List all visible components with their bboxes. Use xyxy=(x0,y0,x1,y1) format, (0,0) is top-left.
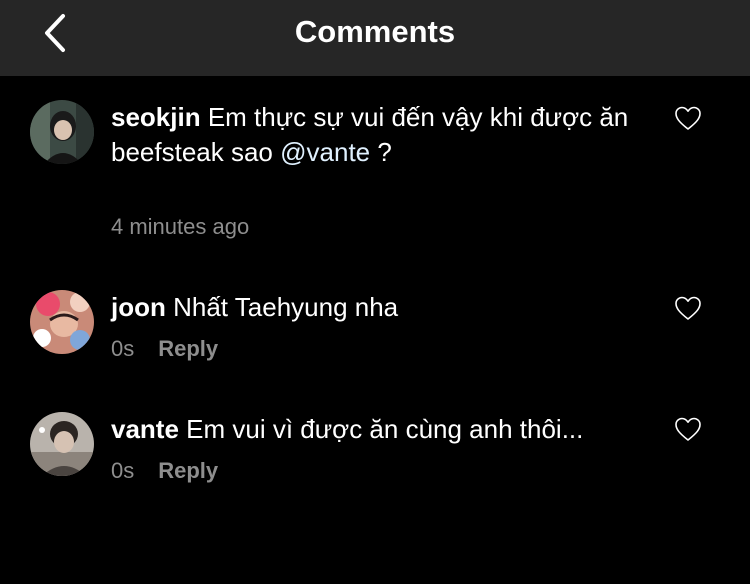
heart-outline-icon[interactable] xyxy=(674,295,702,321)
comment-mention[interactable]: @vante xyxy=(280,137,370,167)
page-title: Comments xyxy=(294,14,456,49)
comment-time: 0s xyxy=(111,336,135,361)
avatar[interactable] xyxy=(30,412,94,476)
comment-username[interactable]: joon xyxy=(111,292,166,322)
comment-meta: 0s Reply xyxy=(111,458,218,484)
comment-meta: 0s Reply xyxy=(111,336,218,362)
comment-body: Nhất Taehyung nha xyxy=(173,292,399,322)
comment-username[interactable]: seokjin xyxy=(111,102,201,132)
reply-button[interactable]: Reply xyxy=(158,336,218,361)
comment-meta: 4 minutes ago xyxy=(111,214,249,240)
comment-text: joon Nhất Taehyung nha xyxy=(111,290,651,325)
heart-outline-icon[interactable] xyxy=(674,416,702,442)
comment-text: vante Em vui vì được ăn cùng anh thôi... xyxy=(111,412,651,447)
avatar[interactable] xyxy=(30,100,94,164)
heart-outline-icon[interactable] xyxy=(674,105,702,131)
comment-text: seokjin Em thực sự vui đến vậy khi được … xyxy=(111,100,651,170)
comment-time: 4 minutes ago xyxy=(111,214,250,239)
comment-body: Em vui vì được ăn cùng anh thôi... xyxy=(186,414,584,444)
reply-button[interactable]: Reply xyxy=(158,458,218,483)
comment-time: 0s xyxy=(111,458,135,483)
top-bar: Comments xyxy=(0,0,750,76)
comment-body-end: ? xyxy=(370,137,392,167)
comment-username[interactable]: vante xyxy=(111,414,179,444)
avatar[interactable] xyxy=(30,290,94,354)
